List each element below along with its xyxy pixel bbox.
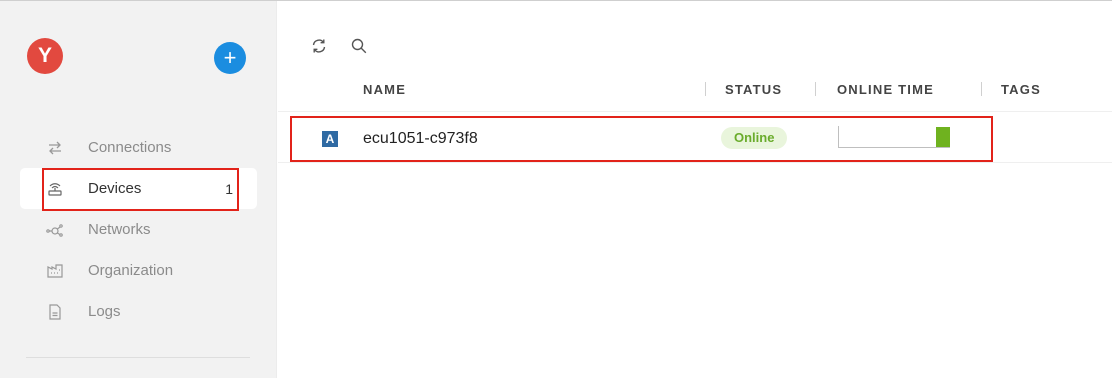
app-window: Y + Connections Devices 1 Networks Organ… (0, 0, 1112, 378)
online-time-bar (838, 126, 950, 148)
column-divider[interactable] (705, 82, 706, 96)
sidebar-item-organization[interactable]: Organization (0, 250, 277, 291)
network-nodes-icon (44, 219, 66, 241)
sidebar-item-label: Organization (88, 262, 174, 279)
column-header-status[interactable]: STATUS (725, 82, 782, 97)
router-icon (44, 178, 66, 200)
column-header-name[interactable]: NAME (363, 82, 406, 97)
sidebar-item-networks[interactable]: Networks (0, 209, 277, 250)
sidebar: Y + Connections Devices 1 Networks Organ… (0, 1, 277, 378)
sidebar-item-connections[interactable]: Connections (0, 127, 277, 168)
toolbar (310, 37, 370, 57)
sidebar-item-label: Connections (88, 139, 172, 156)
column-header-tags[interactable]: TAGS (1001, 82, 1041, 97)
column-header-online-time[interactable]: ONLINE TIME (837, 82, 934, 97)
search-icon[interactable] (350, 37, 370, 57)
status-badge: Online (721, 127, 788, 149)
column-divider[interactable] (981, 82, 982, 96)
sidebar-nav: Connections Devices 1 Networks Organizat… (0, 127, 277, 332)
avatar[interactable]: Y (27, 38, 63, 74)
sidebar-item-logs[interactable]: Logs (0, 291, 277, 332)
sidebar-item-label: Devices (88, 180, 142, 197)
device-name: ecu1051-c973f8 (363, 130, 478, 147)
add-button[interactable]: + (214, 42, 246, 74)
table-row[interactable]: A ecu1051-c973f8 Online (278, 111, 1112, 163)
sidebar-item-label: Logs (88, 303, 121, 320)
document-icon (44, 301, 66, 323)
device-count-badge: 1 (225, 180, 233, 197)
device-type-icon: A (322, 131, 338, 147)
building-icon (44, 260, 66, 282)
arrows-swap-icon (44, 137, 66, 159)
sidebar-item-label: Networks (88, 221, 151, 238)
sidebar-divider (26, 357, 250, 358)
sidebar-item-devices[interactable]: Devices 1 (20, 168, 257, 209)
online-time-fill (936, 127, 950, 147)
refresh-icon[interactable] (310, 37, 330, 57)
column-divider[interactable] (815, 82, 816, 96)
